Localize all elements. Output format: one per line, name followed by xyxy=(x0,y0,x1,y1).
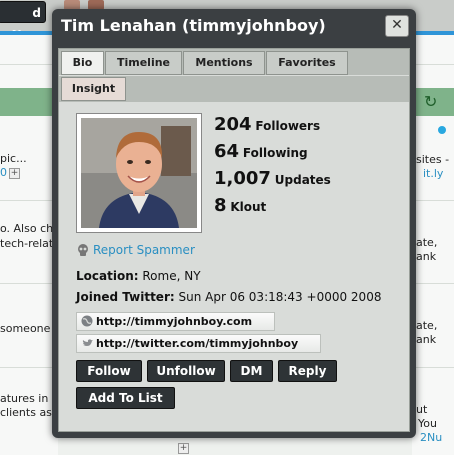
stat-klout[interactable]: 8 Klout xyxy=(214,195,331,222)
stat-label: Following xyxy=(242,146,308,160)
tab-mentions[interactable]: Mentions xyxy=(183,51,265,75)
dialog-title: Tim Lenahan (timmyjohnboy) xyxy=(61,16,326,35)
timeline-text: tech-relat xyxy=(0,237,54,250)
timeline-text: o. Also che xyxy=(0,222,60,235)
expand-icon[interactable]: + xyxy=(9,168,20,179)
tab-insight[interactable]: Insight xyxy=(61,77,126,101)
timeline-text: pic... xyxy=(0,152,27,165)
tab-favorites[interactable]: Favorites xyxy=(266,51,348,75)
skull-icon xyxy=(78,244,88,256)
stat-label: Klout xyxy=(230,200,267,214)
timeline-text: ate, xyxy=(416,236,438,249)
joined-value: Sun Apr 06 03:18:43 +0000 2008 xyxy=(178,290,382,304)
joined-row: Joined Twitter: Sun Apr 06 03:18:43 +000… xyxy=(76,290,381,304)
user-profile-dialog: Tim Lenahan (timmyjohnboy) ✕ Bio Timelin… xyxy=(52,9,416,438)
timeline-text: ate, xyxy=(416,319,438,332)
unread-dot xyxy=(438,126,446,134)
twitter-profile-link[interactable]: http://twitter.com/timmyjohnboy xyxy=(76,334,321,353)
report-spammer-label: Report Spammer xyxy=(93,243,195,257)
follow-button[interactable]: Follow xyxy=(76,360,142,382)
timeline-link[interactable]: it.ly xyxy=(423,167,443,180)
location-label: Location: xyxy=(76,269,139,283)
website-url: http://timmyjohnboy.com xyxy=(96,315,253,328)
joined-label: Joined Twitter: xyxy=(76,290,175,304)
stat-updates[interactable]: 1,007 Updates xyxy=(214,168,331,195)
report-spammer-link[interactable]: Report Spammer xyxy=(77,243,195,257)
stat-label: Updates xyxy=(274,173,331,187)
location-row: Location: Rome, NY xyxy=(76,269,201,283)
timeline-link[interactable]: 0 xyxy=(0,166,7,179)
stats-list: 204 Followers 64 Following 1,007 Updates… xyxy=(214,114,331,222)
add-to-list-button[interactable]: Add To List xyxy=(76,387,175,409)
expand-icon[interactable]: + xyxy=(178,443,189,454)
stat-followers[interactable]: 204 Followers xyxy=(214,114,331,141)
refresh-icon[interactable]: ↻ xyxy=(424,92,437,111)
tab-bar: Bio Timeline Mentions Favorites Insight xyxy=(59,49,409,102)
stat-label: Followers xyxy=(255,119,321,133)
close-button[interactable]: ✕ xyxy=(385,15,409,37)
globe-icon xyxy=(81,315,93,327)
bird-icon xyxy=(82,339,93,346)
stat-value: 1,007 xyxy=(214,168,271,189)
website-link[interactable]: http://timmyjohnboy.com xyxy=(76,312,275,331)
timeline-link[interactable]: 2Nu xyxy=(420,431,442,444)
tab-bio[interactable]: Bio xyxy=(61,51,104,75)
tweet-now-button[interactable]: d Now xyxy=(0,1,46,42)
tab-timeline[interactable]: Timeline xyxy=(105,51,182,75)
timeline-text: someone xyxy=(0,322,51,335)
timeline-text: clients as xyxy=(0,406,52,419)
profile-photo xyxy=(76,113,202,233)
bio-content: 204 Followers 64 Following 1,007 Updates… xyxy=(59,102,409,432)
stat-value: 64 xyxy=(214,141,240,162)
timeline-text: atures in xyxy=(0,392,49,405)
profile-panel: Bio Timeline Mentions Favorites Insight xyxy=(58,48,410,432)
stat-value: 204 xyxy=(214,114,252,135)
dm-button[interactable]: DM xyxy=(230,360,273,382)
twitter-url: http://twitter.com/timmyjohnboy xyxy=(96,337,299,350)
timeline-text: sites - xyxy=(416,153,450,166)
reply-button[interactable]: Reply xyxy=(278,360,337,382)
location-value: Rome, NY xyxy=(142,269,201,283)
unfollow-button[interactable]: Unfollow xyxy=(147,360,225,382)
timeline-text: ut xyxy=(416,403,428,416)
timeline-text: You xyxy=(418,417,437,430)
profile-photo-image xyxy=(81,118,197,228)
timeline-text: ank xyxy=(416,333,437,346)
stat-value: 8 xyxy=(214,195,227,216)
stat-following[interactable]: 64 Following xyxy=(214,141,331,168)
timeline-text: ank xyxy=(416,250,437,263)
